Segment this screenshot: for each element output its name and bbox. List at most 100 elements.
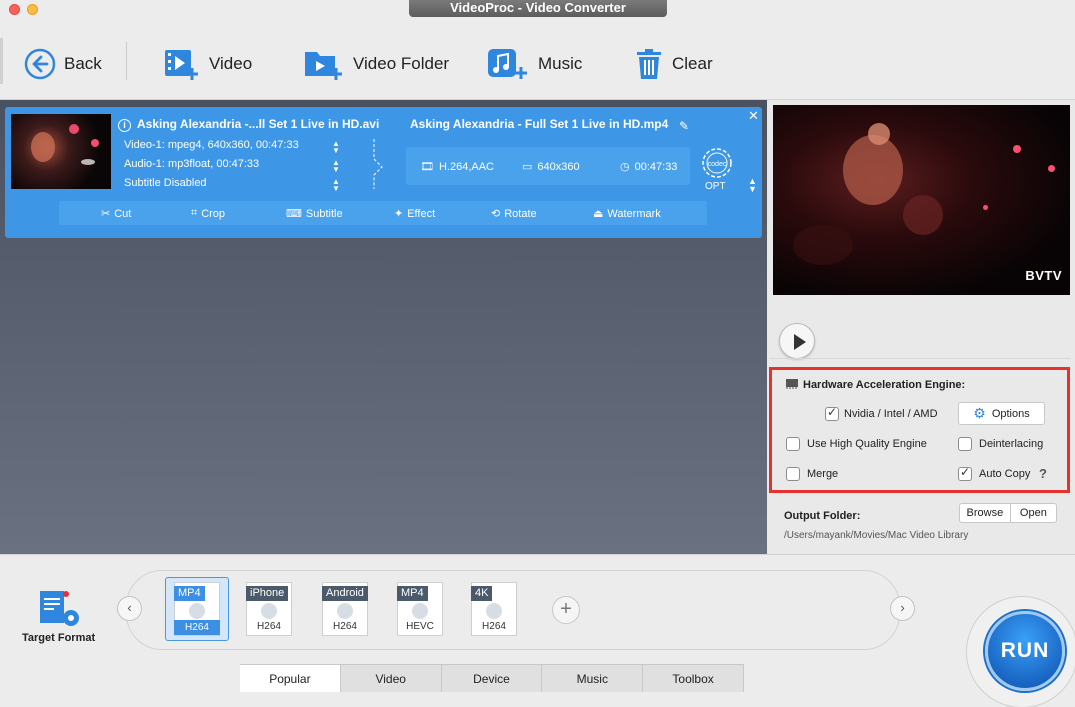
browse-button[interactable]: Browse — [960, 504, 1011, 522]
output-duration-text: 00:47:33 — [634, 160, 678, 173]
add-music-button[interactable]: Music — [486, 44, 582, 84]
task-card[interactable]: i Asking Alexandria -...ll Set 1 Live in… — [5, 107, 762, 238]
high-quality-engine-label: Use High Quality Engine — [807, 438, 927, 450]
task-list-area: i Asking Alexandria -...ll Set 1 Live in… — [0, 100, 767, 554]
toolbar-separator — [126, 42, 127, 80]
film-reel-icon — [412, 603, 428, 619]
format-top-label: MP4 — [174, 586, 205, 601]
film-reel-icon — [486, 603, 502, 619]
merge-label: Merge — [807, 468, 839, 480]
watermark-button[interactable]: ⏏ Watermark — [593, 207, 661, 221]
video-track-info[interactable]: Video-1: mpeg4, 640x360, 00:47:33 — [124, 139, 299, 151]
chevron-left-icon[interactable]: ‹ — [117, 596, 142, 621]
video-folder-label: Video Folder — [353, 54, 450, 73]
add-format-icon[interactable]: + — [552, 596, 580, 624]
subtitle-info[interactable]: Subtitle Disabled — [124, 177, 207, 189]
format-top-label: 4K — [471, 586, 493, 601]
video-track-selector-icon[interactable]: ▲ ▼ — [332, 140, 340, 155]
clear-button[interactable]: Clear — [634, 44, 713, 84]
tab-popular[interactable]: Popular — [240, 665, 341, 692]
film-reel-icon — [337, 603, 353, 619]
output-duration: ◷ 00:47:33 — [620, 160, 678, 174]
reorder-task-icon[interactable]: ▲ ▼ — [748, 177, 757, 194]
remove-task-icon[interactable]: ✕ — [748, 108, 759, 124]
output-codec: 🎞 H.264,AAC — [420, 160, 494, 174]
format-item[interactable]: 4K H264 — [471, 582, 517, 636]
magic-wand-icon: ✦ — [394, 208, 404, 220]
play-button[interactable] — [779, 323, 815, 359]
tab-device[interactable]: Device — [441, 665, 543, 692]
video-preview[interactable]: BVTV — [773, 105, 1070, 295]
help-icon[interactable]: ? — [1039, 466, 1047, 481]
merge-checkbox[interactable] — [786, 467, 800, 481]
chip-icon — [786, 379, 798, 389]
high-quality-engine-checkbox[interactable] — [786, 437, 800, 451]
rotate-button[interactable]: ⟲ Rotate — [491, 207, 537, 221]
rotate-icon: ⟲ — [491, 208, 501, 220]
add-video-button[interactable]: Video — [163, 44, 252, 84]
codec-options-icon[interactable]: codec — [699, 145, 735, 181]
toolbar-edge — [0, 38, 3, 84]
target-format-icon[interactable] — [38, 589, 80, 629]
video-thumbnail[interactable] — [11, 114, 111, 189]
run-button[interactable]: RUN — [985, 611, 1065, 691]
cut-button[interactable]: ✂ Cut — [101, 207, 132, 221]
tab-video[interactable]: Video — [340, 665, 442, 692]
add-video-folder-button[interactable]: Video Folder — [303, 44, 449, 84]
effect-label: Effect — [407, 207, 436, 220]
format-top-label: Android — [322, 586, 368, 601]
output-folder-label: Output Folder: — [784, 510, 861, 522]
options-button[interactable]: ⚙ Options — [958, 402, 1045, 425]
output-folder-path[interactable]: /Users/mayank/Movies/Mac Video Library — [784, 530, 968, 541]
nvidia-intel-amd-checkbox[interactable] — [825, 405, 839, 421]
audio-track-selector-icon[interactable]: ▲ ▼ — [332, 159, 340, 174]
hardware-acceleration-title: Hardware Acceleration Engine: — [803, 379, 966, 391]
format-category-tabs: Popular Video Device Music Toolbox — [240, 664, 744, 692]
add-video-icon — [165, 50, 198, 80]
target-format-label: Target Format — [22, 632, 96, 644]
format-item[interactable]: MP4 H264 — [174, 582, 220, 636]
info-icon[interactable]: i — [118, 119, 131, 132]
subtitle-selector-icon[interactable]: ▲ ▼ — [332, 178, 340, 193]
output-info-box: 🎞 H.264,AAC ▭ 640x360 ◷ 00:47:33 — [406, 147, 690, 185]
tab-toolbox[interactable]: Toolbox — [643, 665, 744, 692]
rename-pencil-icon[interactable]: ✎ — [679, 119, 689, 133]
output-file-title[interactable]: Asking Alexandria - Full Set 1 Live in H… — [410, 117, 668, 131]
cut-label: Cut — [114, 207, 132, 220]
tab-music[interactable]: Music — [542, 665, 644, 692]
deinterlacing-label: Deinterlacing — [979, 438, 1044, 450]
auto-copy-label: Auto Copy — [979, 468, 1031, 480]
chevron-right-icon[interactable]: › — [890, 596, 915, 621]
format-bottom-label: H264 — [174, 620, 220, 635]
close-window-button[interactable] — [9, 4, 20, 15]
subtitle-label: Subtitle — [305, 207, 343, 220]
back-button[interactable]: Back — [24, 44, 102, 84]
deinterlacing-checkbox[interactable] — [958, 437, 972, 451]
format-item[interactable]: Android H264 — [322, 582, 368, 636]
format-item[interactable]: MP4 HEVC — [397, 582, 443, 636]
add-music-icon — [488, 49, 527, 79]
video-label: Video — [209, 54, 253, 73]
format-bottom-label: H264 — [257, 621, 281, 632]
crop-button[interactable]: ⌗ Crop — [191, 207, 225, 220]
trash-icon — [637, 49, 661, 79]
clock-icon: ◷ — [620, 161, 630, 173]
auto-copy-checkbox[interactable] — [958, 465, 972, 481]
clear-label: Clear — [672, 54, 713, 73]
format-item[interactable]: iPhone H264 — [246, 582, 292, 636]
back-label: Back — [64, 54, 102, 73]
format-bottom-label: HEVC — [406, 621, 434, 632]
gear-icon: ⚙ — [973, 405, 986, 421]
minimize-window-button[interactable] — [27, 4, 38, 15]
audio-track-info[interactable]: Audio-1: mp3float, 00:47:33 — [124, 158, 259, 170]
opt-label[interactable]: OPT — [705, 181, 726, 192]
effect-button[interactable]: ✦ Effect — [394, 207, 436, 221]
format-bottom-label: H264 — [482, 621, 506, 632]
open-button[interactable]: Open — [1011, 504, 1056, 522]
channel-logo: BVTV — [1025, 268, 1062, 283]
subtitle-button[interactable]: ⌨ Subtitle — [286, 207, 343, 221]
codec-badge-text: codec — [708, 161, 727, 168]
film-icon: 🎞 — [420, 161, 434, 173]
nvidia-intel-amd-label: Nvidia / Intel / AMD — [844, 408, 938, 420]
output-resolution: ▭ 640x360 — [522, 160, 580, 174]
